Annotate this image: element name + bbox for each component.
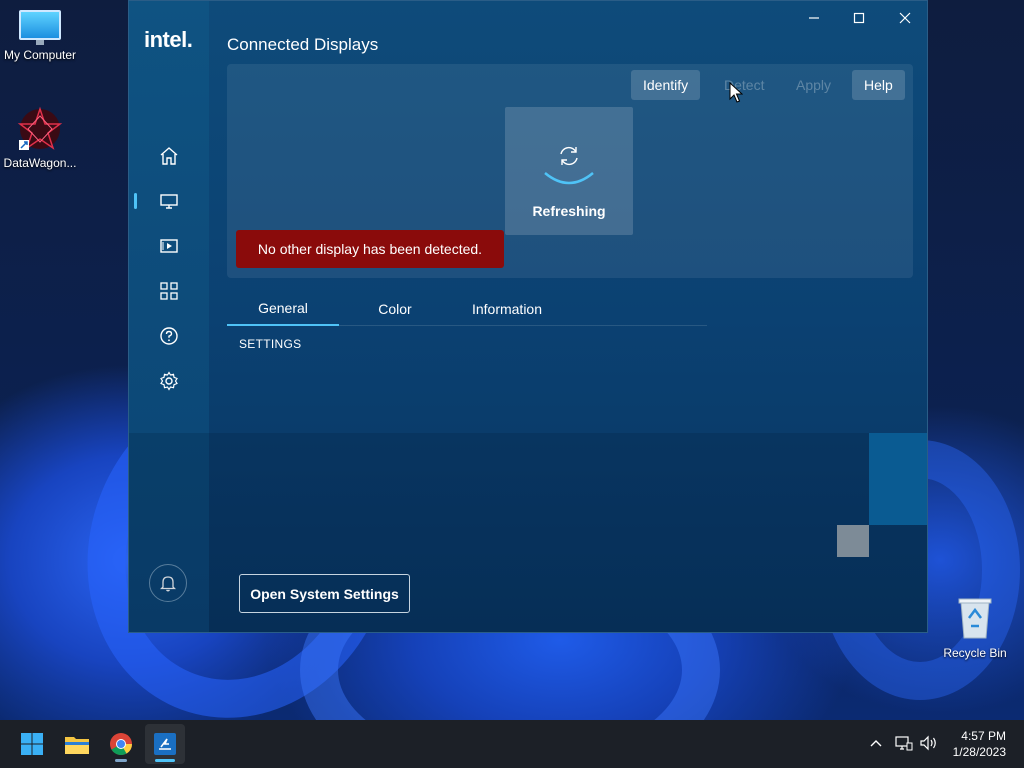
clock-time: 4:57 PM [961, 729, 1006, 743]
media-icon [160, 239, 178, 253]
desktop-icon-label: My Computer [3, 48, 77, 62]
monitor-icon [19, 10, 61, 45]
help-button[interactable]: Help [852, 70, 905, 100]
file-explorer-button[interactable] [57, 724, 97, 764]
nav-media[interactable] [151, 228, 187, 264]
clock-date: 1/28/2023 [952, 745, 1006, 759]
tab-information[interactable]: Information [451, 291, 563, 326]
home-icon [160, 147, 178, 165]
maximize-button[interactable] [836, 7, 882, 29]
loading-spinner [539, 141, 599, 191]
chrome-icon [110, 733, 132, 755]
apply-button[interactable]: Apply [784, 70, 843, 100]
nav-help[interactable] [151, 318, 187, 354]
detect-button[interactable]: Detect [712, 70, 776, 100]
intel-graphics-button[interactable] [145, 724, 185, 764]
display-card-refreshing: Refreshing [505, 107, 633, 235]
network-button[interactable] [893, 732, 915, 754]
nav-home[interactable] [151, 138, 187, 174]
start-button[interactable] [12, 724, 52, 764]
start-icon [21, 733, 43, 755]
app-window: intel. Connected Displays Identify Detec… [128, 0, 928, 633]
page-title: Connected Displays [227, 35, 379, 54]
display-icon [160, 194, 178, 209]
close-icon [899, 12, 911, 24]
show-hidden-icons-button[interactable] [865, 732, 887, 754]
chrome-button[interactable] [101, 724, 141, 764]
volume-button[interactable] [918, 732, 940, 754]
apps-grid-icon [160, 282, 178, 300]
open-system-settings-button[interactable]: Open System Settings [239, 574, 410, 613]
nav-settings[interactable] [151, 363, 187, 399]
desktop-icon-datawagon[interactable]: DataWagon... [0, 106, 80, 170]
settings-heading: SETTINGS [239, 337, 302, 351]
decorative-tile [837, 525, 869, 557]
nav-apps[interactable] [151, 273, 187, 309]
no-display-alert: No other display has been detected. [236, 230, 504, 268]
intel-logo: intel. [144, 27, 193, 52]
tab-bar: General Color Information [227, 291, 707, 326]
desktop-icon-label: Recycle Bin [943, 646, 1007, 660]
intel-graphics-icon [154, 733, 176, 755]
desktop-icon-label: DataWagon... [3, 156, 77, 170]
nav-display[interactable] [151, 183, 187, 219]
datawagon-icon [17, 106, 63, 152]
help-icon [160, 327, 178, 345]
mouse-cursor-icon [729, 82, 743, 103]
minimize-icon [809, 17, 819, 19]
identify-button[interactable]: Identify [631, 70, 701, 100]
tab-general[interactable]: General [227, 291, 339, 326]
taskbar-clock[interactable]: 4:57 PM 1/28/2023 [953, 728, 1006, 760]
display-panel: Identify Detect Apply Help Refreshing No… [227, 64, 913, 278]
refresh-icon [560, 146, 578, 166]
chevron-up-icon [870, 740, 882, 747]
desktop-icon-recycle-bin[interactable]: Recycle Bin [935, 596, 1015, 660]
running-indicator [115, 759, 127, 762]
refreshing-label: Refreshing [532, 203, 606, 219]
tab-color[interactable]: Color [339, 291, 451, 326]
recycle-bin-icon [955, 596, 995, 640]
taskbar: 4:57 PM 1/28/2023 [0, 720, 1024, 768]
network-icon [895, 736, 913, 751]
gear-icon [160, 371, 178, 391]
decorative-tile [869, 433, 927, 525]
speaker-icon [920, 735, 936, 751]
maximize-icon [853, 12, 865, 24]
active-indicator [155, 759, 175, 762]
close-button[interactable] [882, 7, 927, 29]
nav-active-indicator [134, 193, 137, 209]
file-explorer-icon [65, 737, 89, 754]
minimize-button[interactable] [791, 7, 837, 29]
desktop-icon-my-computer[interactable]: My Computer [0, 10, 80, 62]
